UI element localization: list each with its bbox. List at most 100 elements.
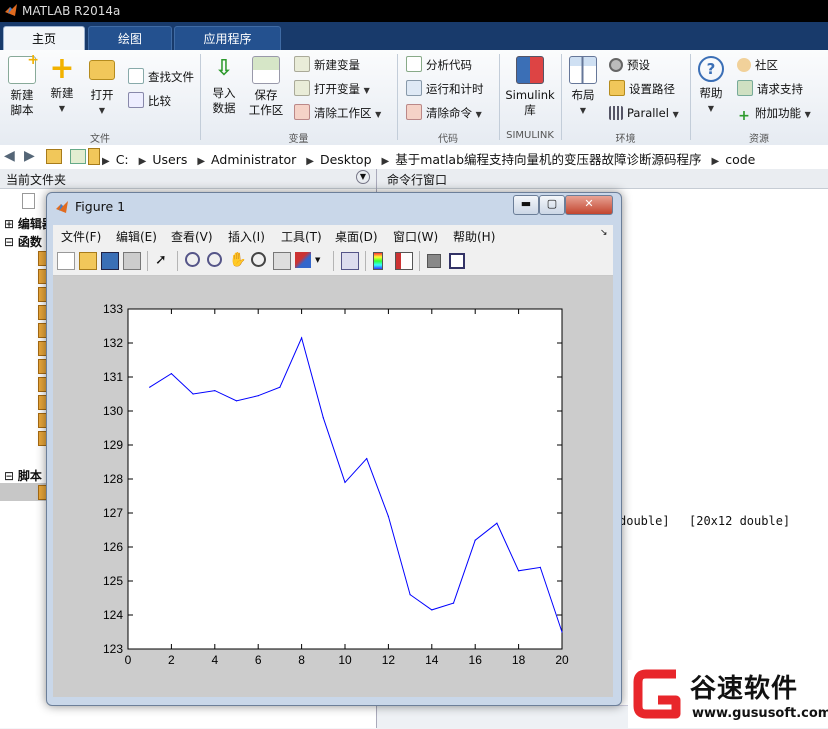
- community-button[interactable]: 社区: [737, 56, 778, 74]
- up-folder-icon[interactable]: [46, 149, 62, 164]
- y-tick-label: 127: [103, 506, 123, 520]
- community-label: 社区: [755, 58, 778, 72]
- close-button[interactable]: ✕: [565, 195, 613, 215]
- browse-folder-icon[interactable]: [70, 149, 86, 164]
- data-point: [474, 539, 476, 541]
- zoom-out-icon[interactable]: [207, 252, 222, 267]
- breadcrumb-item[interactable]: Administrator: [211, 152, 296, 167]
- parallel-dropdown-icon[interactable]: ▼: [673, 110, 679, 119]
- layout-dropdown-icon[interactable]: ▼: [566, 103, 600, 118]
- find-files-button[interactable]: 查找文件: [128, 68, 194, 86]
- minimize-button[interactable]: ▬: [513, 195, 539, 215]
- rotate-3d-icon[interactable]: [251, 252, 266, 267]
- save-icon[interactable]: [101, 252, 119, 270]
- brush-dropdown-icon[interactable]: ▼: [315, 252, 323, 268]
- pan-hand-icon[interactable]: ✋: [229, 252, 246, 268]
- open-variable-dropdown-icon[interactable]: ▼: [364, 86, 370, 95]
- menu-view[interactable]: 查看(V): [171, 228, 213, 245]
- parallel-label: Parallel: [627, 106, 669, 120]
- x-tick-label: 12: [382, 653, 396, 667]
- data-point: [452, 602, 455, 604]
- set-path-button[interactable]: 设置路径: [609, 80, 675, 98]
- compare-button[interactable]: 比较: [128, 92, 171, 110]
- figure-canvas[interactable]: 0 2 4 6 8 10 12 14 16 18 20 123 124 125 126 127 128 129 13…: [53, 276, 613, 697]
- open-dropdown-icon[interactable]: ▼: [84, 103, 120, 118]
- menu-file[interactable]: 文件(F): [61, 228, 101, 245]
- maximize-button[interactable]: ▢: [539, 195, 565, 215]
- clear-workspace-button[interactable]: 清除工作区 ▼: [294, 104, 381, 122]
- menu-insert[interactable]: 插入(I): [228, 228, 265, 245]
- tab-apps[interactable]: 应用程序: [174, 26, 281, 51]
- print-icon[interactable]: [123, 252, 141, 270]
- breadcrumb-item[interactable]: code: [725, 152, 755, 167]
- clear-commands-icon: [406, 104, 422, 120]
- tree-collapse-functions[interactable]: ⊟ 函数: [4, 233, 42, 250]
- command-window-title: 命令行窗口: [387, 173, 448, 187]
- clear-commands-button[interactable]: 清除命令 ▼: [406, 104, 482, 122]
- tree-collapse-scripts[interactable]: ⊟ 脚本: [4, 467, 42, 484]
- clear-commands-dropdown-icon[interactable]: ▼: [476, 110, 482, 119]
- analyze-code-button[interactable]: 分析代码: [406, 56, 472, 74]
- run-and-time-button[interactable]: 运行和计时: [406, 80, 484, 98]
- save-workspace-button[interactable]: 保存 工作区: [246, 56, 286, 118]
- breadcrumb-item[interactable]: Users: [152, 152, 187, 167]
- open-file-icon[interactable]: [79, 252, 97, 270]
- breadcrumb-item[interactable]: Desktop: [320, 152, 372, 167]
- data-cursor-icon[interactable]: [273, 252, 291, 270]
- figure-window[interactable]: Figure 1 ▬ ▢ ✕ 文件(F) 编辑(E) 查看(V) 插入(I) 工…: [46, 192, 622, 706]
- new-script-button[interactable]: + 新建 脚本: [4, 53, 40, 118]
- link-plot-icon[interactable]: [341, 252, 359, 270]
- legend-icon[interactable]: [395, 252, 413, 270]
- help-label: 帮助: [699, 86, 723, 100]
- save-label-1: 保存: [254, 88, 278, 102]
- line-chart[interactable]: 0 2 4 6 8 10 12 14 16 18 20 123 124 125 126 127 128 129 13…: [53, 276, 613, 697]
- compare-label: 比较: [148, 94, 171, 108]
- parallel-button[interactable]: Parallel ▼: [609, 104, 679, 122]
- help-button[interactable]: ? 帮助 ▼: [694, 56, 728, 116]
- menu-window[interactable]: 窗口(W): [393, 228, 438, 245]
- brush-icon[interactable]: [295, 252, 311, 268]
- new-button[interactable]: + 新建 ▼: [44, 54, 80, 116]
- back-arrow-icon[interactable]: ◀: [4, 148, 15, 164]
- menu-desktop[interactable]: 桌面(D): [335, 228, 378, 245]
- y-tick-label: 129: [103, 438, 123, 452]
- menu-help[interactable]: 帮助(H): [453, 228, 495, 245]
- show-plot-tools-icon[interactable]: [449, 253, 465, 269]
- simulink-library-button[interactable]: Simulink 库: [504, 56, 556, 118]
- addons-button[interactable]: + 附加功能 ▼: [737, 104, 811, 123]
- panel-menu-icon[interactable]: ▼: [356, 170, 370, 184]
- preferences-button[interactable]: 预设: [609, 56, 650, 74]
- data-point: [149, 386, 151, 388]
- breadcrumb-item[interactable]: 基于matlab编程支持向量机的变压器故障诊断源码程序: [395, 152, 701, 167]
- tree-item-scripts[interactable]: 脚本: [18, 469, 42, 483]
- tab-plots[interactable]: 绘图: [88, 26, 172, 51]
- help-dropdown-icon[interactable]: ▼: [694, 101, 728, 116]
- forward-arrow-icon[interactable]: ▶: [24, 148, 35, 164]
- new-figure-icon[interactable]: [57, 252, 75, 270]
- dock-arrow-icon[interactable]: ↘: [600, 228, 608, 238]
- addons-dropdown-icon[interactable]: ▼: [805, 110, 811, 119]
- pointer-icon[interactable]: ➚: [155, 252, 171, 268]
- clear-workspace-dropdown-icon[interactable]: ▼: [375, 110, 381, 119]
- open-variable-button[interactable]: 打开变量 ▼: [294, 80, 370, 98]
- request-support-button[interactable]: 请求支持: [737, 80, 803, 98]
- import-label-2: 数据: [212, 101, 236, 115]
- colorbar-icon[interactable]: [373, 252, 383, 270]
- hide-plot-tools-icon[interactable]: [427, 254, 441, 268]
- breadcrumb-item[interactable]: C:: [116, 152, 129, 167]
- x-tick-label: 10: [338, 653, 352, 667]
- tab-home[interactable]: 主页: [3, 26, 85, 51]
- preferences-label: 预设: [627, 58, 650, 72]
- new-dropdown-icon[interactable]: ▼: [44, 101, 80, 116]
- layout-button[interactable]: 布局 ▼: [566, 56, 600, 118]
- zoom-in-icon[interactable]: [185, 252, 200, 267]
- menu-edit[interactable]: 编辑(E): [116, 228, 157, 245]
- data-point: [235, 400, 238, 402]
- plot-axes-box[interactable]: [127, 308, 563, 650]
- menu-tools[interactable]: 工具(T): [281, 228, 322, 245]
- open-button[interactable]: 打开 ▼: [84, 56, 120, 118]
- import-data-button[interactable]: ⇩ 导入 数据: [206, 56, 242, 116]
- new-variable-label: 新建变量: [314, 58, 360, 72]
- new-variable-button[interactable]: 新建变量: [294, 56, 360, 74]
- tree-item-functions[interactable]: 函数: [18, 235, 42, 249]
